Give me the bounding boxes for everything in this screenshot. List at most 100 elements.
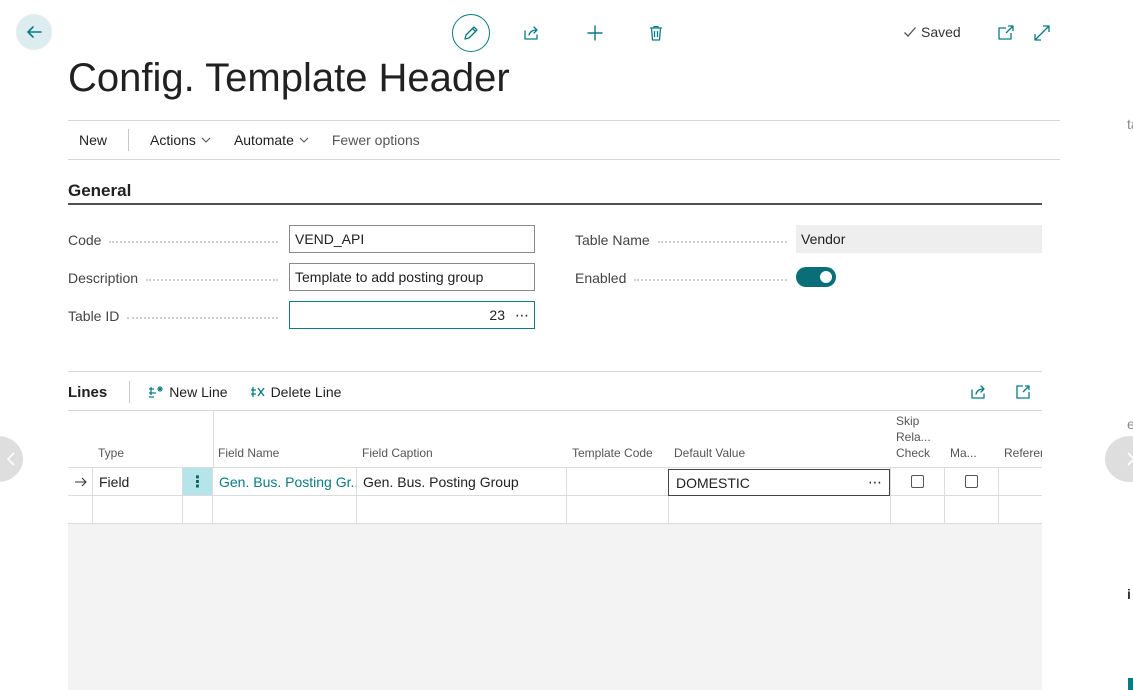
code-value: VEND_API xyxy=(295,231,365,247)
actions-label: Actions xyxy=(150,132,196,148)
skip-relation-check-cell xyxy=(891,468,945,496)
grid-header: Type Field Name Field Caption Template C… xyxy=(68,411,1042,467)
trash-icon xyxy=(650,25,662,41)
column-header-field-name[interactable]: Field Name xyxy=(218,445,279,461)
table-name-label-text: Table Name xyxy=(575,232,650,248)
delete-line-label: Delete Line xyxy=(270,384,342,400)
share-icon xyxy=(524,26,538,40)
column-header-skip-line-3[interactable]: Check xyxy=(896,445,930,461)
edit-button[interactable] xyxy=(452,14,490,52)
actions-menu[interactable]: Actions xyxy=(139,132,223,148)
lookup-ellipsis-icon[interactable]: ⋯ xyxy=(515,307,529,324)
table-id-label: Table ID xyxy=(68,306,284,326)
chevron-down-icon xyxy=(299,137,309,143)
default-value-text: DOMESTIC xyxy=(676,474,750,491)
table-row[interactable] xyxy=(68,496,1042,524)
default-value-cell[interactable] xyxy=(669,496,891,524)
code-label-text: Code xyxy=(68,232,102,248)
table-name-value: Vendor xyxy=(801,231,846,247)
new-line-button[interactable]: New Line xyxy=(148,384,228,400)
add-button[interactable] xyxy=(584,22,606,44)
column-header-mandatory[interactable]: Ma... xyxy=(950,445,977,461)
description-field[interactable]: Template to add posting group xyxy=(289,263,535,291)
enabled-label: Enabled xyxy=(575,268,793,288)
table-id-field[interactable]: 23 ⋯ xyxy=(289,301,535,329)
row-actions-button[interactable]: ⋮ xyxy=(183,468,213,496)
pencil-icon xyxy=(464,26,478,40)
general-section-title[interactable]: General xyxy=(68,181,131,201)
lines-divider xyxy=(68,371,1042,372)
field-caption-value: Gen. Bus. Posting Group xyxy=(363,473,519,490)
lines-toolbar: Lines New Line Delete Line xyxy=(68,378,1042,406)
page-title: Config. Template Header xyxy=(68,56,510,100)
expand-icon xyxy=(1034,25,1050,41)
delete-button[interactable] xyxy=(645,22,667,44)
enabled-label-text: Enabled xyxy=(575,270,627,286)
column-header-reference[interactable]: Referen xyxy=(1004,445,1042,461)
skip-relation-check-checkbox[interactable] xyxy=(911,475,924,488)
column-header-type[interactable]: Type xyxy=(98,445,124,461)
field-name-value: Gen. Bus. Posting Gr... xyxy=(219,473,357,490)
code-label: Code xyxy=(68,230,284,250)
field-name-cell[interactable]: Gen. Bus. Posting Gr... xyxy=(213,468,357,496)
lines-title[interactable]: Lines xyxy=(68,384,107,401)
label-leader xyxy=(109,241,278,243)
row-indicator xyxy=(68,496,93,524)
action-bar: New Actions Automate Fewer options xyxy=(68,120,1060,160)
type-cell[interactable] xyxy=(93,496,183,524)
new-label: New xyxy=(79,132,108,148)
saved-label: Saved xyxy=(921,24,961,40)
open-new-window-button[interactable] xyxy=(995,22,1017,44)
chevron-left-icon xyxy=(6,452,15,466)
delete-line-button[interactable]: Delete Line xyxy=(250,384,342,400)
table-row[interactable]: Field ⋮ Gen. Bus. Posting Gr... Gen. Bus… xyxy=(68,467,1042,496)
edge-text: i xyxy=(1127,586,1131,602)
lines-grid: Type Field Name Field Caption Template C… xyxy=(68,410,1042,690)
lines-focus-mode-button[interactable] xyxy=(1014,383,1032,401)
expand-button[interactable] xyxy=(1031,22,1053,44)
template-code-cell[interactable] xyxy=(567,468,669,496)
field-name-cell[interactable] xyxy=(213,496,357,524)
type-cell[interactable]: Field xyxy=(93,468,183,496)
focus-mode-icon xyxy=(1016,385,1030,399)
header-column-divider xyxy=(213,411,214,467)
column-header-skip-line-1[interactable]: Skip xyxy=(896,413,919,429)
new-line-icon xyxy=(149,386,164,398)
table-name-label: Table Name xyxy=(575,230,793,250)
automate-label: Automate xyxy=(233,132,294,148)
code-field[interactable]: VEND_API xyxy=(289,225,535,253)
next-record-button[interactable] xyxy=(1105,436,1133,482)
edge-accent xyxy=(1128,678,1133,690)
back-button[interactable] xyxy=(16,14,52,50)
mandatory-checkbox[interactable] xyxy=(965,475,978,488)
toggle-knob xyxy=(820,271,832,283)
new-button[interactable]: New xyxy=(68,132,118,148)
lines-share-button[interactable] xyxy=(970,383,988,401)
reference-cell[interactable] xyxy=(999,468,1042,496)
enabled-toggle[interactable] xyxy=(796,267,836,287)
plus-icon xyxy=(587,25,603,41)
action-bar-divider xyxy=(128,129,130,151)
more-options-icon: ⋮ xyxy=(189,473,206,491)
saved-status: Saved xyxy=(903,24,961,40)
delete-line-icon xyxy=(250,387,265,397)
default-value-input[interactable]: DOMESTIC ⋯ xyxy=(668,469,890,496)
automate-menu[interactable]: Automate xyxy=(223,132,321,148)
row-actions-cell[interactable] xyxy=(183,496,213,524)
column-header-default-value[interactable]: Default Value xyxy=(674,445,745,461)
mandatory-cell xyxy=(945,496,999,524)
type-value: Field xyxy=(99,473,130,490)
template-code-cell[interactable] xyxy=(567,496,669,524)
mandatory-cell xyxy=(945,468,999,496)
share-button[interactable] xyxy=(521,22,543,44)
arrow-right-icon xyxy=(74,477,87,486)
reference-cell[interactable] xyxy=(999,496,1042,524)
field-caption-cell: Gen. Bus. Posting Group xyxy=(357,468,567,496)
label-leader xyxy=(657,241,787,243)
column-header-skip-line-2[interactable]: Rela... xyxy=(896,429,931,445)
fewer-options-button[interactable]: Fewer options xyxy=(321,132,431,148)
column-header-template-code[interactable]: Template Code xyxy=(572,445,653,461)
column-header-field-caption[interactable]: Field Caption xyxy=(362,445,433,461)
lookup-ellipsis-icon[interactable]: ⋯ xyxy=(868,474,882,491)
previous-record-button[interactable] xyxy=(0,436,23,482)
